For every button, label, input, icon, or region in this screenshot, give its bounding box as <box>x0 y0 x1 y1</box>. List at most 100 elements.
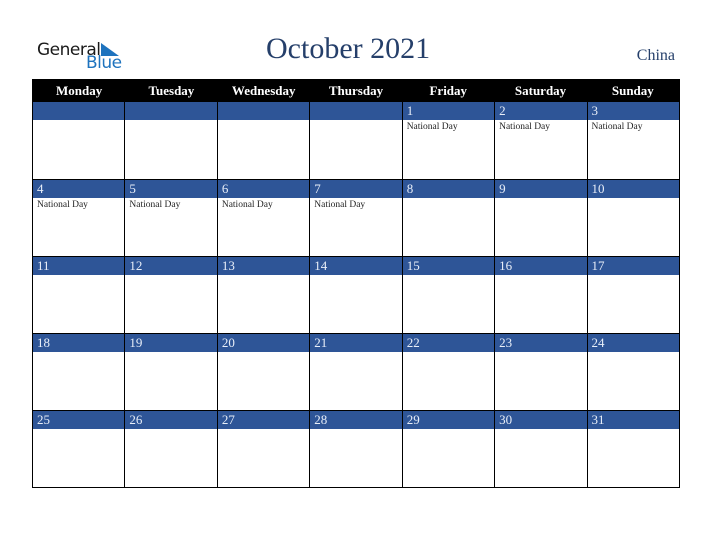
weekday-thursday: Thursday <box>328 83 384 98</box>
date-number: 26 <box>125 411 217 429</box>
day-cell[interactable]: 28 <box>309 411 402 487</box>
day-cell[interactable]: 29 <box>401 411 495 487</box>
holiday-label <box>125 120 216 122</box>
date-number: 20 <box>217 334 310 352</box>
day-cell[interactable]: 25 <box>33 411 125 487</box>
date-number: 10 <box>587 180 679 198</box>
weekday-header: Monday Tuesday Wednesday Thursday Friday… <box>33 80 679 102</box>
day-cell[interactable] <box>33 102 125 179</box>
day-cell[interactable]: 21 <box>309 334 402 410</box>
generalblue-logo: General Blue <box>37 40 127 73</box>
day-cell[interactable]: 6 National Day <box>216 180 310 256</box>
date-number: 2 <box>495 102 587 120</box>
holiday-label <box>403 429 494 431</box>
day-cell[interactable]: 20 <box>216 334 310 410</box>
date-number: 29 <box>402 411 495 429</box>
date-number <box>310 102 402 120</box>
day-cell[interactable]: 4 National Day <box>33 180 125 256</box>
holiday-label: National Day <box>221 200 273 210</box>
holiday-label <box>310 429 401 431</box>
holiday-label <box>310 352 401 354</box>
day-cell[interactable]: 17 <box>586 257 679 333</box>
date-number: 9 <box>495 180 587 198</box>
day-cell[interactable]: 16 <box>494 257 587 333</box>
day-cell[interactable]: 22 <box>401 334 495 410</box>
holiday-label <box>588 198 679 200</box>
day-cell[interactable]: 11 <box>33 257 125 333</box>
date-number: 25 <box>33 411 125 429</box>
day-cell[interactable]: 12 <box>124 257 217 333</box>
day-cell[interactable]: 5 National Day <box>124 180 217 256</box>
weekday-sunday: Sunday <box>611 83 654 98</box>
date-number: 30 <box>495 411 587 429</box>
day-cell[interactable]: 7 National Day <box>309 180 402 256</box>
date-number: 1 <box>402 102 495 120</box>
calendar-grid: Monday Tuesday Wednesday Thursday Friday… <box>32 79 680 488</box>
week-row: 1 National Day 2 National Day 3 National Day <box>33 102 679 179</box>
day-cell[interactable]: 14 <box>309 257 402 333</box>
date-number: 24 <box>587 334 679 352</box>
weekday-friday: Friday <box>429 83 468 98</box>
date-number: 8 <box>402 180 495 198</box>
day-cell[interactable]: 24 <box>586 334 679 410</box>
date-number: 12 <box>125 257 217 275</box>
day-cell[interactable] <box>216 102 310 179</box>
day-cell[interactable]: 18 <box>33 334 125 410</box>
day-cell[interactable]: 10 <box>586 180 679 256</box>
day-cell[interactable]: 27 <box>216 411 310 487</box>
date-number <box>33 102 125 120</box>
date-number: 13 <box>217 257 310 275</box>
holiday-label <box>125 429 216 431</box>
holiday-label <box>403 352 494 354</box>
holiday-label <box>33 120 124 122</box>
holiday-label: National Day <box>499 122 551 132</box>
weekday-wednesday: Wednesday <box>231 83 296 98</box>
holiday-label <box>218 275 309 277</box>
date-number <box>125 102 217 120</box>
date-number: 3 <box>587 102 679 120</box>
day-cell[interactable]: 9 <box>494 180 587 256</box>
day-cell[interactable]: 8 <box>401 180 495 256</box>
date-number: 22 <box>402 334 495 352</box>
holiday-label: National Day <box>37 200 88 210</box>
date-number: 7 <box>310 180 402 198</box>
day-cell[interactable] <box>124 102 217 179</box>
day-cell[interactable]: 1 National Day <box>401 102 495 179</box>
day-cell[interactable]: 30 <box>494 411 587 487</box>
holiday-label <box>125 352 216 354</box>
holiday-label <box>33 429 124 431</box>
holiday-label <box>588 275 679 277</box>
day-cell[interactable]: 13 <box>216 257 310 333</box>
week-row: 4 National Day 5 National Day 6 National Day 7… <box>33 179 679 256</box>
holiday-label <box>495 198 586 200</box>
holiday-label <box>588 352 679 354</box>
calendar-title: October 2021 <box>266 32 431 65</box>
holiday-label <box>218 352 309 354</box>
weekday-tuesday: Tuesday <box>148 83 195 98</box>
day-cell[interactable]: 3 National Day <box>586 102 679 179</box>
date-number: 17 <box>587 257 679 275</box>
holiday-label <box>218 120 309 122</box>
day-cell[interactable]: 23 <box>494 334 587 410</box>
holiday-label <box>495 275 586 277</box>
holiday-label: National Day <box>129 200 181 210</box>
date-number: 19 <box>125 334 217 352</box>
holiday-label <box>310 120 401 122</box>
holiday-label <box>495 429 586 431</box>
day-cell[interactable] <box>309 102 402 179</box>
date-number: 11 <box>33 257 125 275</box>
day-cell[interactable]: 19 <box>124 334 217 410</box>
day-cell[interactable]: 31 <box>586 411 679 487</box>
date-number: 16 <box>495 257 587 275</box>
date-number: 23 <box>495 334 587 352</box>
day-cell[interactable]: 2 National Day <box>494 102 587 179</box>
date-number: 31 <box>587 411 679 429</box>
date-number: 27 <box>217 411 310 429</box>
holiday-label <box>125 275 216 277</box>
day-cell[interactable]: 26 <box>124 411 217 487</box>
day-cell[interactable]: 15 <box>401 257 495 333</box>
logo-text-blue: Blue <box>86 53 122 73</box>
country-label: China <box>636 47 675 64</box>
date-number: 18 <box>33 334 125 352</box>
weekday-saturday: Saturday <box>514 83 567 98</box>
